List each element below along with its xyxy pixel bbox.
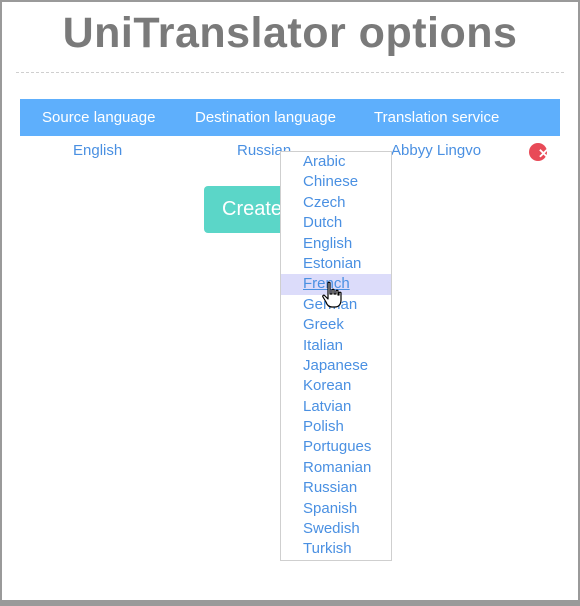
dropdown-option-czech[interactable]: Czech xyxy=(281,193,391,213)
dropdown-option-chinese[interactable]: Chinese xyxy=(281,172,391,192)
dropdown-option-japanese[interactable]: Japanese xyxy=(281,356,391,376)
close-circle-icon: ✕ xyxy=(538,146,549,161)
dropdown-option-dutch[interactable]: Dutch xyxy=(281,213,391,233)
page-title: UniTranslator options xyxy=(62,9,518,57)
header-translation-service: Translation service xyxy=(374,109,500,126)
dropdown-option-arabic[interactable]: Arabic xyxy=(281,152,391,172)
dropdown-option-latvian[interactable]: Latvian xyxy=(281,397,391,417)
title-divider xyxy=(16,72,564,73)
delete-row-button[interactable]: ✕ xyxy=(529,143,549,161)
language-dropdown[interactable]: Arabic Chinese Czech Dutch English Estonian Fr… xyxy=(280,151,392,561)
dropdown-option-italian[interactable]: Italian xyxy=(281,336,391,356)
hand-pointer-cursor xyxy=(322,281,342,308)
translation-service-select[interactable]: Abbyy Lingvo xyxy=(391,142,481,159)
dropdown-option-estonian[interactable]: Estonian xyxy=(281,254,391,274)
source-language-select[interactable]: English xyxy=(73,142,122,159)
dropdown-option-turkish[interactable]: Turkish xyxy=(281,539,391,559)
dropdown-option-polish[interactable]: Polish xyxy=(281,417,391,437)
dropdown-option-english[interactable]: English xyxy=(281,234,391,254)
header-destination-language: Destination language xyxy=(195,109,336,126)
dropdown-option-spanish[interactable]: Spanish xyxy=(281,499,391,519)
table-header: Source language Destination language Tra… xyxy=(20,99,560,136)
dropdown-option-portugues[interactable]: Portugues xyxy=(281,437,391,457)
dropdown-option-swedish[interactable]: Swedish xyxy=(281,519,391,539)
dropdown-option-korean[interactable]: Korean xyxy=(281,376,391,396)
dropdown-option-romanian[interactable]: Romanian xyxy=(281,458,391,478)
dropdown-option-greek[interactable]: Greek xyxy=(281,315,391,335)
dropdown-option-russian[interactable]: Russian xyxy=(281,478,391,498)
header-source-language: Source language xyxy=(42,109,156,126)
